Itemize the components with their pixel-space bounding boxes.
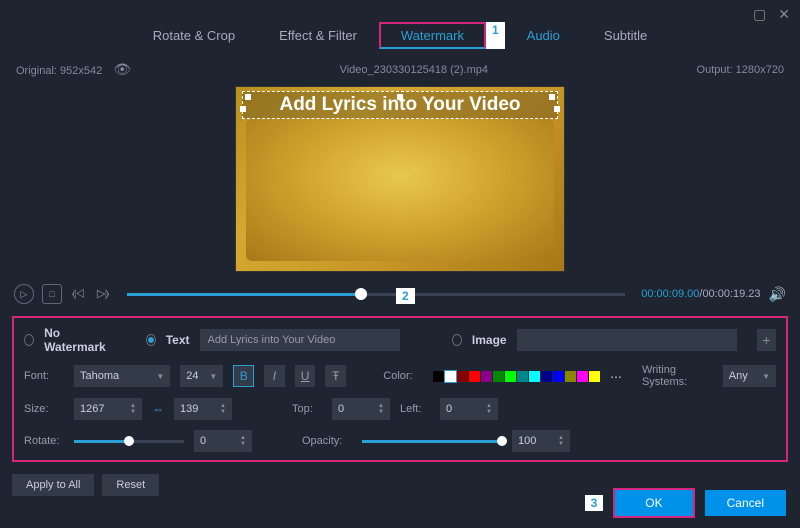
tab-audio[interactable]: Audio [505,22,582,49]
stop-button[interactable]: □ [42,284,62,304]
radio-no-watermark[interactable] [24,334,34,346]
maximize-icon[interactable]: ▢ [753,6,766,23]
size-height-spinner[interactable]: 139▲▼ [174,398,232,420]
volume-icon[interactable]: 🔊 [769,286,786,303]
text-label: Text [166,333,190,347]
color-swatch[interactable] [457,371,468,382]
color-swatch[interactable] [565,371,576,382]
color-swatch[interactable] [589,371,600,382]
video-preview[interactable]: Add Lyrics into Your Video [235,86,565,272]
filename-label: Video_230330125418 (2).mp4 [131,64,696,76]
image-label: Image [472,333,507,347]
opacity-label: Opacity: [302,435,352,447]
link-dimensions-icon[interactable]: ⇔ [152,402,164,416]
play-button[interactable]: ▷ [14,284,34,304]
left-spinner[interactable]: 0▲▼ [440,398,498,420]
left-label: Left: [400,403,430,415]
add-watermark-button[interactable]: + [757,329,776,351]
close-icon[interactable]: ✕ [778,6,790,23]
reset-button[interactable]: Reset [102,474,159,496]
writing-systems-label: Writing Systems: [642,364,713,388]
output-resolution: Output: 1280x720 [697,64,784,76]
rotate-label: Rotate: [24,435,64,447]
time-display: 00:00:09.00/00:00:19.23 [641,288,760,300]
size-width-spinner[interactable]: 1267▲▼ [74,398,142,420]
annotation-badge-2: 2 [396,288,415,304]
opacity-spinner[interactable]: 100▲▼ [512,430,570,452]
italic-button[interactable]: I [264,365,285,387]
ok-button[interactable]: OK [613,488,694,518]
color-swatch[interactable] [445,371,456,382]
font-size-select[interactable]: 24▼ [180,365,223,387]
color-swatch[interactable] [433,371,444,382]
color-swatch[interactable] [541,371,552,382]
tab-subtitle[interactable]: Subtitle [582,22,669,49]
watermark-image-input[interactable] [517,329,737,351]
tab-effect-filter[interactable]: Effect & Filter [257,22,379,49]
radio-text[interactable] [146,334,156,346]
next-frame-button[interactable]: ▷⦊ [95,287,112,301]
color-swatch[interactable] [481,371,492,382]
radio-image[interactable] [452,334,462,346]
bold-button[interactable]: B [233,365,254,387]
font-label: Font: [24,370,64,382]
color-swatch[interactable] [469,371,480,382]
opacity-slider[interactable] [362,440,502,443]
color-swatch[interactable] [493,371,504,382]
annotation-badge-1: 1 [486,22,505,49]
tab-watermark[interactable]: Watermark [379,22,486,49]
rotate-slider[interactable] [74,440,184,443]
cancel-button[interactable]: Cancel [705,490,786,516]
color-label: Color: [383,370,423,382]
tab-rotate-crop[interactable]: Rotate & Crop [131,22,257,49]
strike-button[interactable]: Ŧ [325,365,346,387]
color-swatch[interactable] [529,371,540,382]
original-resolution: Original: 952x542 👁 [16,61,131,78]
watermark-panel: No Watermark Text Image + Font: Tahoma▼ … [12,316,788,462]
more-colors-button[interactable]: ∙∙∙ [610,368,622,384]
size-label: Size: [24,403,64,415]
color-swatches [433,371,600,382]
top-spinner[interactable]: 0▲▼ [332,398,390,420]
apply-to-all-button[interactable]: Apply to All [12,474,94,496]
rotate-spinner[interactable]: 0▲▼ [194,430,252,452]
color-swatch[interactable] [577,371,588,382]
annotation-badge-3: 3 [585,495,604,511]
color-swatch[interactable] [553,371,564,382]
seek-slider[interactable] [127,293,625,296]
prev-frame-button[interactable]: ⦉◁ [70,288,87,301]
watermark-overlay[interactable]: Add Lyrics into Your Video [242,91,558,119]
visibility-toggle-icon[interactable]: 👁 [113,61,131,77]
underline-button[interactable]: U [295,365,316,387]
color-swatch[interactable] [517,371,528,382]
writing-systems-select[interactable]: Any▼ [723,365,776,387]
top-label: Top: [292,403,322,415]
no-watermark-label: No Watermark [44,326,109,354]
watermark-text-input[interactable] [200,329,400,351]
color-swatch[interactable] [505,371,516,382]
font-select[interactable]: Tahoma▼ [74,365,170,387]
